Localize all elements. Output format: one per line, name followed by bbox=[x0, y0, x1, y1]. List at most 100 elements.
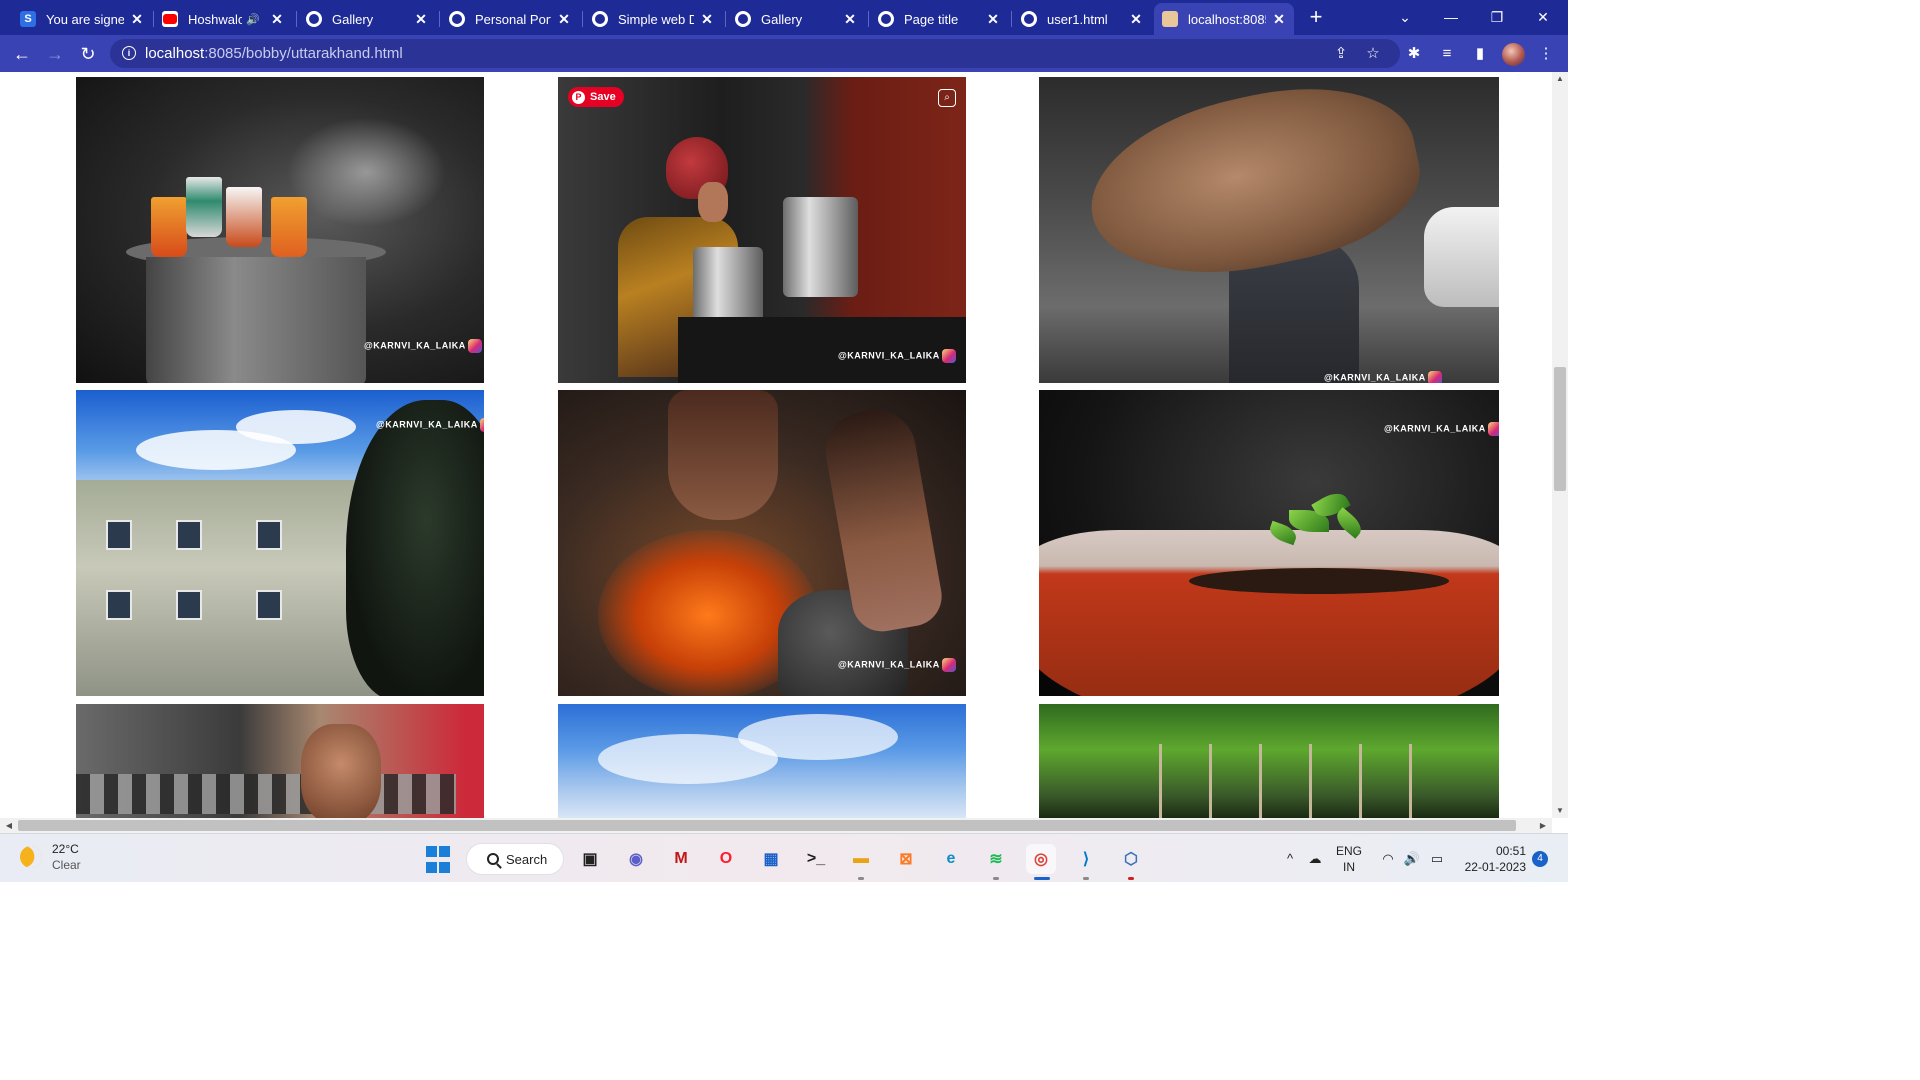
close-tab-icon[interactable]: ✕ bbox=[843, 12, 857, 26]
tab-title: Gallery bbox=[332, 11, 374, 27]
vertical-scrollbar[interactable]: ▲ ▼ bbox=[1552, 72, 1568, 818]
gallery-image-sky-clouds[interactable] bbox=[558, 704, 966, 818]
bookmark-star-icon[interactable]: ☆ bbox=[1364, 45, 1382, 63]
task-view-icon[interactable]: ▣ bbox=[575, 844, 605, 874]
close-tab-icon[interactable]: ✕ bbox=[1272, 12, 1286, 26]
taskbar-search[interactable]: Search bbox=[466, 843, 564, 875]
input-language[interactable]: ENG IN bbox=[1336, 843, 1362, 875]
virtualbox-icon[interactable]: ⬡ bbox=[1116, 844, 1146, 880]
address-bar[interactable]: i localhost:8085/bobby/uttarakhand.html … bbox=[110, 39, 1400, 68]
save-label: Save bbox=[590, 91, 616, 103]
tab-title: Gallery bbox=[761, 11, 803, 27]
opera-icon[interactable]: O bbox=[711, 844, 741, 874]
task-view-glyph: ▣ bbox=[582, 851, 598, 868]
windows-logo-icon bbox=[426, 845, 437, 857]
gallery-image-sack-carrier[interactable]: @KARNVI_KA_LAIKA bbox=[1039, 77, 1499, 383]
tab-gallery[interactable]: Gallery ✕ bbox=[298, 3, 436, 35]
file-explorer-icon[interactable]: ▬ bbox=[846, 844, 876, 880]
gallery-image-plant-pot[interactable]: @KARNVI_KA_LAIKA bbox=[1039, 390, 1499, 696]
close-tab-icon[interactable]: ✕ bbox=[1129, 12, 1143, 26]
teams-icon[interactable]: ◉ bbox=[621, 844, 651, 874]
tab-search-button[interactable]: ⌄ bbox=[1390, 4, 1420, 30]
file-explorer-glyph: ▬ bbox=[853, 850, 869, 867]
tab-hoshwalo[interactable]: Hoshwalo 🔊 ✕ bbox=[154, 3, 292, 35]
extensions-icon[interactable]: ✱ bbox=[1403, 43, 1425, 65]
media-controls-icon[interactable]: ≡ bbox=[1436, 43, 1458, 65]
onedrive-icon[interactable]: ☁ bbox=[1306, 850, 1324, 868]
start-button[interactable] bbox=[423, 844, 453, 874]
close-tab-icon[interactable]: ✕ bbox=[557, 12, 571, 26]
scroll-thumb[interactable] bbox=[1554, 367, 1566, 491]
back-button[interactable]: ← bbox=[10, 42, 34, 66]
close-tab-icon[interactable]: ✕ bbox=[270, 12, 284, 26]
globe-icon bbox=[592, 11, 608, 27]
profile-avatar[interactable] bbox=[1502, 43, 1525, 66]
tab-title: Page title bbox=[904, 11, 959, 27]
side-panel-icon[interactable]: ▮ bbox=[1469, 43, 1491, 65]
edge-icon[interactable]: e bbox=[936, 844, 966, 874]
microsoft-store-icon[interactable]: ▦ bbox=[756, 844, 786, 874]
clock-date: 22-01-2023 bbox=[1464, 860, 1526, 874]
menu-icon[interactable]: ⋮ bbox=[1535, 43, 1557, 65]
scroll-left-arrow[interactable]: ◀ bbox=[2, 818, 16, 833]
gallery-image-forest[interactable] bbox=[1039, 704, 1499, 818]
pinterest-save-button[interactable]: P Save bbox=[568, 87, 624, 107]
scroll-down-arrow[interactable]: ▼ bbox=[1552, 804, 1568, 818]
globe-icon bbox=[878, 11, 894, 27]
tab-signed-in[interactable]: S You are signed ✕ bbox=[12, 3, 152, 35]
url-text[interactable]: localhost:8085/bobby/uttarakhand.html bbox=[145, 45, 403, 62]
virtualbox-glyph: ⬡ bbox=[1124, 851, 1138, 868]
mcafee-icon[interactable]: M bbox=[666, 844, 696, 874]
horizontal-scrollbar[interactable]: ◀ ▶ bbox=[0, 818, 1552, 833]
tab-title: user1.html bbox=[1047, 11, 1108, 27]
chrome-icon[interactable]: ◎ bbox=[1026, 844, 1056, 880]
opera-glyph: O bbox=[719, 850, 733, 867]
gallery-image-hands-fire[interactable]: @KARNVI_KA_LAIKA bbox=[558, 390, 966, 696]
tab-personal-portfolio[interactable]: Personal Portfo ✕ bbox=[441, 3, 579, 35]
share-icon[interactable]: ⇪ bbox=[1332, 45, 1350, 63]
gallery-image-steamer-vendor[interactable]: P Save ⌕ @KARNVI_KA_LAIKA bbox=[558, 77, 966, 383]
globe-icon bbox=[735, 11, 751, 27]
close-tab-icon[interactable]: ✕ bbox=[700, 12, 714, 26]
tab-simple-web[interactable]: Simple web De ✕ bbox=[584, 3, 722, 35]
watermark-text: @KARNVI_KA_LAIKA bbox=[1324, 371, 1442, 383]
close-tab-icon[interactable]: ✕ bbox=[986, 12, 1000, 26]
page-viewport: @KARNVI_KA_LAIKA P Save ⌕ @KARNVI_KA_LAI… bbox=[0, 72, 1552, 818]
xampp-icon[interactable]: ⊠ bbox=[891, 844, 921, 874]
visual-search-icon[interactable]: ⌕ bbox=[938, 89, 956, 107]
reload-button[interactable]: ↻ bbox=[76, 42, 100, 66]
tab-title: You are signed bbox=[46, 11, 124, 27]
notification-badge[interactable]: 4 bbox=[1532, 851, 1548, 867]
volume-icon[interactable]: 🔊 bbox=[1403, 850, 1421, 868]
gallery-image-street-vendor[interactable] bbox=[76, 704, 484, 818]
wifi-icon[interactable]: ◠ bbox=[1379, 850, 1397, 868]
site-info-icon[interactable]: i bbox=[122, 46, 136, 60]
close-tab-icon[interactable]: ✕ bbox=[414, 12, 428, 26]
tab-page-title[interactable]: Page title ✕ bbox=[870, 3, 1008, 35]
tab-localhost[interactable]: localhost:8085 ✕ bbox=[1154, 3, 1294, 35]
close-window-button[interactable]: ✕ bbox=[1528, 4, 1558, 30]
minimize-button[interactable]: — bbox=[1436, 4, 1466, 30]
tab-user1[interactable]: user1.html ✕ bbox=[1013, 3, 1151, 35]
vscode-icon[interactable]: ⟩ bbox=[1071, 844, 1101, 880]
weather-widget[interactable]: 22°C Clear bbox=[16, 841, 81, 873]
terminal-icon[interactable]: >_ bbox=[801, 844, 831, 874]
gallery-image-building[interactable]: @KARNVI_KA_LAIKA bbox=[76, 390, 484, 696]
clock[interactable]: 00:51 22-01-2023 bbox=[1462, 843, 1526, 875]
scroll-right-arrow[interactable]: ▶ bbox=[1536, 818, 1550, 833]
globe-icon bbox=[306, 11, 322, 27]
scroll-up-arrow[interactable]: ▲ bbox=[1552, 72, 1568, 86]
audio-playing-icon[interactable]: 🔊 bbox=[246, 13, 260, 26]
watermark-text: @KARNVI_KA_LAIKA bbox=[376, 418, 484, 432]
show-hidden-icons-chevron[interactable]: ^ bbox=[1281, 850, 1299, 868]
scroll-thumb[interactable] bbox=[18, 820, 1516, 831]
restore-button[interactable]: ❐ bbox=[1482, 4, 1512, 30]
gallery-image-food-stall[interactable]: @KARNVI_KA_LAIKA bbox=[76, 77, 484, 383]
forward-button[interactable]: → bbox=[43, 42, 67, 66]
close-tab-icon[interactable]: ✕ bbox=[130, 12, 144, 26]
spotify-icon[interactable]: ≋ bbox=[981, 844, 1011, 880]
tab-gallery-2[interactable]: Gallery ✕ bbox=[727, 3, 865, 35]
battery-icon[interactable]: ▭ bbox=[1428, 850, 1446, 868]
watermark-text: @KARNVI_KA_LAIKA bbox=[838, 658, 956, 672]
new-tab-button[interactable]: + bbox=[1306, 6, 1326, 28]
